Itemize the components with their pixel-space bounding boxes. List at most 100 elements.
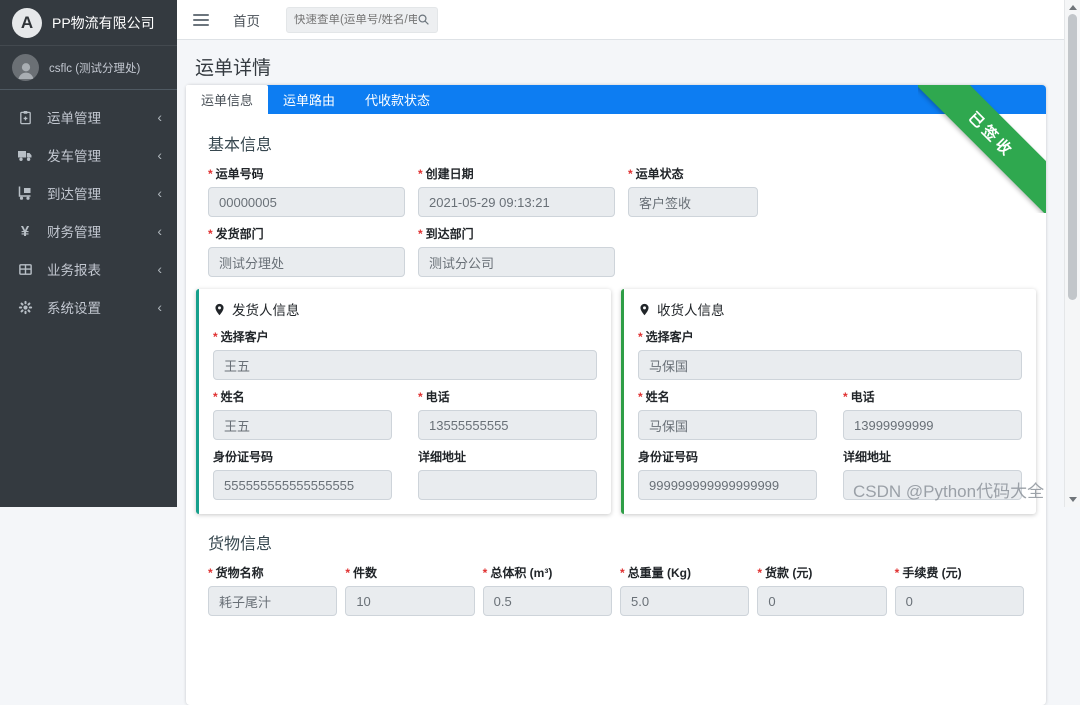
required-marker: * bbox=[483, 566, 488, 580]
vertical-scrollbar[interactable] bbox=[1064, 0, 1080, 507]
search-icon[interactable] bbox=[417, 13, 430, 26]
brand[interactable]: A PP物流有限公司 bbox=[0, 0, 177, 46]
field-label: 详细地址 bbox=[418, 448, 466, 465]
field-arrival-department: *到达部门 测试分公司 bbox=[418, 225, 615, 277]
required-marker: * bbox=[895, 566, 900, 580]
receiver-id-number-input[interactable]: 999999999999999999 bbox=[638, 470, 817, 500]
field-receiver-name: *姓名 马保国 bbox=[638, 388, 817, 440]
required-marker: * bbox=[208, 167, 213, 181]
company-name: PP物流有限公司 bbox=[52, 13, 155, 33]
required-marker: * bbox=[843, 390, 848, 404]
tab-cod-status[interactable]: 代收款状态 bbox=[350, 85, 445, 114]
field-label: 货款 (元) bbox=[765, 564, 812, 581]
required-marker: * bbox=[208, 227, 213, 241]
sidebar-item-label: 运单管理 bbox=[47, 107, 144, 127]
cargo-fee-input[interactable]: 0 bbox=[895, 586, 1024, 616]
sidebar-item-label: 财务管理 bbox=[47, 221, 144, 241]
receiver-phone-input[interactable]: 13999999999 bbox=[843, 410, 1022, 440]
arrival-department-input[interactable]: 测试分公司 bbox=[418, 247, 615, 277]
field-label: 总体积 (m³) bbox=[490, 564, 552, 581]
cargo-quantity-input[interactable]: 10 bbox=[345, 586, 474, 616]
receiver-address-input[interactable] bbox=[843, 470, 1022, 500]
field-label: 创建日期 bbox=[426, 165, 474, 182]
waybill-number-input[interactable]: 00000005 bbox=[208, 187, 405, 217]
page-title: 运单详情 bbox=[195, 53, 1064, 80]
field-create-date: *创建日期 2021-05-29 09:13:21 bbox=[418, 165, 615, 217]
field-shipping-department: *发货部门 测试分理处 bbox=[208, 225, 405, 277]
field-receiver-customer: *选择客户 马保国 bbox=[638, 328, 1022, 380]
required-marker: * bbox=[418, 227, 423, 241]
search-input[interactable] bbox=[294, 14, 417, 26]
sidebar-item-system-settings[interactable]: 系统设置 ‹ bbox=[0, 288, 177, 326]
sender-panel-title: 发货人信息 bbox=[232, 299, 300, 319]
user-name: csflc (测试分理处) bbox=[49, 60, 140, 76]
required-marker: * bbox=[628, 167, 633, 181]
sender-address-input[interactable] bbox=[418, 470, 597, 500]
field-cargo-fee: *手续费 (元) 0 bbox=[895, 564, 1024, 616]
chevron-left-icon: ‹ bbox=[157, 109, 162, 125]
tab-waybill-route[interactable]: 运单路由 bbox=[268, 85, 350, 114]
scrollbar-up-arrow-icon[interactable] bbox=[1069, 5, 1077, 10]
required-marker: * bbox=[620, 566, 625, 580]
receiver-customer-input[interactable]: 马保国 bbox=[638, 350, 1022, 380]
shipping-department-input[interactable]: 测试分理处 bbox=[208, 247, 405, 277]
tab-waybill-info[interactable]: 运单信息 bbox=[186, 85, 268, 114]
waybill-status-input[interactable]: 客户签收 bbox=[628, 187, 758, 217]
sender-customer-input[interactable]: 王五 bbox=[213, 350, 597, 380]
map-pin-icon bbox=[213, 303, 226, 316]
field-sender-address: 详细地址 bbox=[418, 448, 597, 500]
main-content: 运单详情 运单信息 运单路由 代收款状态 已签收 基本信息 *运单号码 0000… bbox=[177, 40, 1064, 507]
cargo-name-input[interactable]: 耗子尾汁 bbox=[208, 586, 337, 616]
field-sender-customer: *选择客户 王五 bbox=[213, 328, 597, 380]
map-pin-icon bbox=[638, 303, 651, 316]
cargo-payment-input[interactable]: 0 bbox=[757, 586, 886, 616]
sidebar-item-label: 系统设置 bbox=[47, 297, 144, 317]
sidebar-item-waybill-management[interactable]: 运单管理 ‹ bbox=[0, 98, 177, 136]
cargo-weight-input[interactable]: 5.0 bbox=[620, 586, 749, 616]
section-title-cargo: 货物信息 bbox=[208, 530, 1024, 554]
quick-search-box bbox=[286, 7, 438, 33]
waybill-icon bbox=[16, 110, 34, 125]
signed-ribbon-badge: 已签收 bbox=[918, 85, 1046, 213]
field-label: 选择客户 bbox=[221, 328, 269, 345]
scrollbar-thumb[interactable] bbox=[1068, 14, 1077, 300]
sidebar-menu: 运单管理 ‹ 发车管理 ‹ 到达 bbox=[0, 90, 177, 334]
field-label: 到达部门 bbox=[426, 225, 474, 242]
user-panel[interactable]: csflc (测试分理处) bbox=[0, 46, 177, 90]
field-cargo-name: *货物名称 耗子尾汁 bbox=[208, 564, 337, 616]
brand-logo-icon: A bbox=[12, 8, 42, 38]
field-label: 身份证号码 bbox=[213, 448, 273, 465]
waybill-detail-card: 运单信息 运单路由 代收款状态 已签收 基本信息 *运单号码 00000005 … bbox=[186, 85, 1046, 705]
chevron-left-icon: ‹ bbox=[157, 261, 162, 277]
sender-id-number-input[interactable]: 555555555555555555 bbox=[213, 470, 392, 500]
sidebar-item-departure-management[interactable]: 发车管理 ‹ bbox=[0, 136, 177, 174]
field-label: 件数 bbox=[353, 564, 377, 581]
receiver-name-input[interactable]: 马保国 bbox=[638, 410, 817, 440]
sender-phone-input[interactable]: 13555555555 bbox=[418, 410, 597, 440]
sidebar-item-arrival-management[interactable]: 到达管理 ‹ bbox=[0, 174, 177, 212]
sidebar-item-finance-management[interactable]: ¥ 财务管理 ‹ bbox=[0, 212, 177, 250]
field-cargo-volume: *总体积 (m³) 0.5 bbox=[483, 564, 612, 616]
chevron-left-icon: ‹ bbox=[157, 185, 162, 201]
cargo-volume-input[interactable]: 0.5 bbox=[483, 586, 612, 616]
sender-name-input[interactable]: 王五 bbox=[213, 410, 392, 440]
required-marker: * bbox=[757, 566, 762, 580]
field-label: 运单状态 bbox=[636, 165, 684, 182]
create-date-input[interactable]: 2021-05-29 09:13:21 bbox=[418, 187, 615, 217]
field-label: 电话 bbox=[426, 388, 450, 405]
field-label: 详细地址 bbox=[843, 448, 891, 465]
field-label: 姓名 bbox=[221, 388, 245, 405]
yen-icon: ¥ bbox=[16, 223, 34, 240]
field-cargo-quantity: *件数 10 bbox=[345, 564, 474, 616]
field-sender-id-number: 身份证号码 555555555555555555 bbox=[213, 448, 392, 500]
hamburger-menu-icon[interactable] bbox=[193, 14, 209, 26]
field-receiver-id-number: 身份证号码 999999999999999999 bbox=[638, 448, 817, 500]
field-label: 货物名称 bbox=[216, 564, 264, 581]
nav-home-link[interactable]: 首页 bbox=[233, 10, 260, 30]
receiver-info-panel: 收货人信息 *选择客户 马保国 *姓名 马保国 *电话 1 bbox=[621, 289, 1036, 514]
field-receiver-phone: *电话 13999999999 bbox=[843, 388, 1022, 440]
scrollbar-down-arrow-icon[interactable] bbox=[1069, 497, 1077, 502]
sidebar-item-business-reports[interactable]: 业务报表 ‹ bbox=[0, 250, 177, 288]
field-label: 身份证号码 bbox=[638, 448, 698, 465]
section-title-basic: 基本信息 bbox=[208, 131, 1024, 155]
